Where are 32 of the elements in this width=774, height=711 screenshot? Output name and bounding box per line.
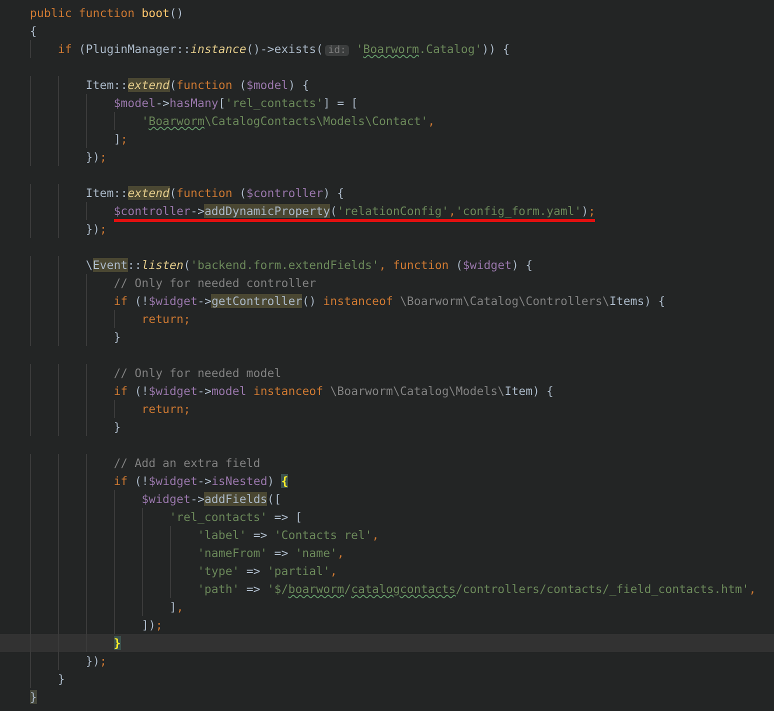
code-line: 'label' => 'Contacts rel', <box>196 528 379 542</box>
code-line: }); <box>84 150 107 164</box>
code-line: if (!$widget->getController() instanceof \Boarworm\Catalog\Controllers\Items) { <box>112 294 666 308</box>
code-line: if (PluginManager::instance()->exists( id: 'Boarworm.Catalog')) { <box>56 42 510 56</box>
code-line: 'rel_contacts' => [ <box>168 510 302 524</box>
code-line: return; <box>140 312 190 326</box>
code-line: // Add an extra field <box>112 456 260 470</box>
code-line: } <box>56 672 65 686</box>
code-line: return; <box>140 402 190 416</box>
code-line: ]; <box>112 132 128 146</box>
code-line: \Event::listen('backend.form.extendFields', function ($widget) { <box>84 258 533 272</box>
code-line: 'nameFrom' => 'name', <box>196 546 344 560</box>
code-line: } <box>112 330 121 344</box>
code-line: Item::extend(function ($model) { <box>84 78 310 92</box>
code-line: // Only for needed controller <box>112 276 316 290</box>
code-line: $model->hasMany['rel_contacts'] = [ <box>112 96 358 110</box>
code-line: public function boot() <box>28 6 184 20</box>
code-line: $controller->addDynamicProperty('relationConfig','config_form.yaml'); <box>112 204 596 218</box>
code-line: { <box>28 24 37 38</box>
code-line: } <box>112 420 121 434</box>
code-line: }); <box>84 654 107 668</box>
code-line: if (!$widget->model instanceof \Boarworm\Catalog\Models\Item) { <box>112 384 554 398</box>
code-line: // Only for needed model <box>112 366 282 380</box>
code-line: 'path' => '$/boarworm/catalogcontacts/controllers/contacts/_field_contacts.htm', <box>196 582 756 596</box>
code-line: ], <box>168 600 184 614</box>
code-line: if (!$widget->isNested) { <box>112 474 288 488</box>
code-line: $widget->addFields([ <box>140 492 282 506</box>
code-line: 'Boarworm\CatalogContacts\Models\Contact', <box>140 114 435 128</box>
code-line: ]); <box>140 618 163 632</box>
code-line: Item::extend(function ($controller) { <box>84 186 344 200</box>
code-line: }); <box>84 222 107 236</box>
code-line: 'type' => 'partial', <box>196 564 338 578</box>
